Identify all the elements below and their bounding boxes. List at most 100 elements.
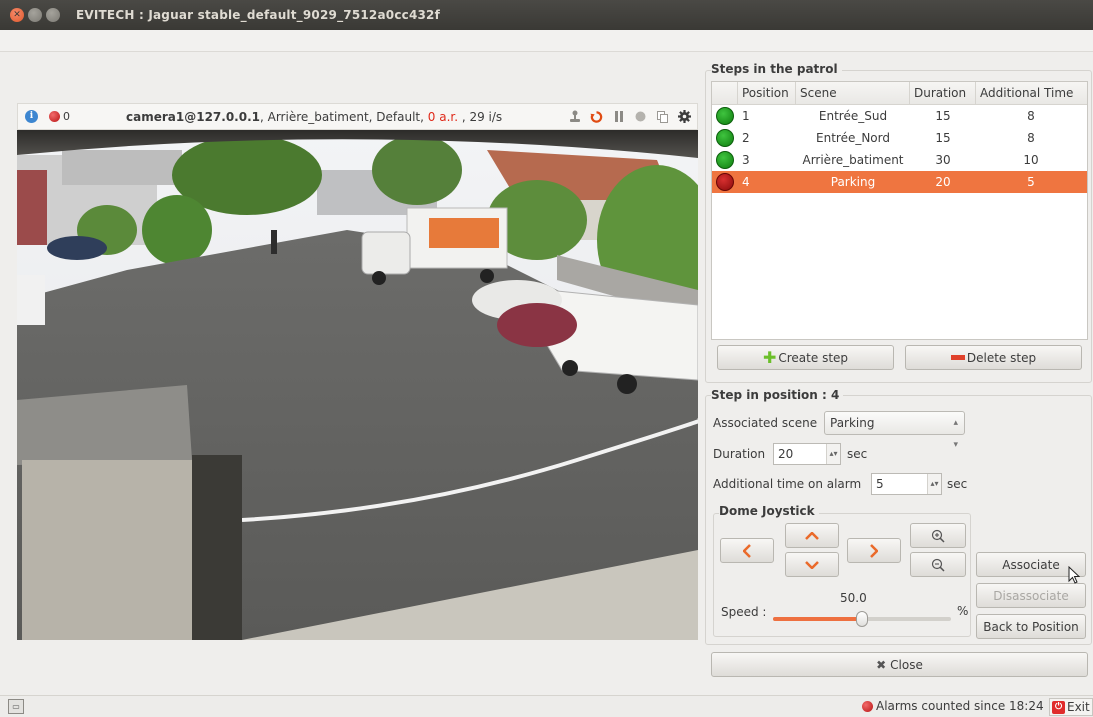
window-controls: ✕ — [10, 8, 60, 22]
exit-label: Exit — [1067, 700, 1090, 714]
chevron-up-icon — [805, 531, 819, 540]
camera-scene-info: , Arrière_batiment, Default, — [260, 109, 428, 124]
speed-label: Speed : — [721, 605, 767, 619]
status-ok-icon — [716, 129, 734, 147]
duration-value: 20 — [778, 447, 794, 461]
patrol-title: Steps in the patrol — [711, 62, 842, 76]
duration-cell: 15 — [935, 131, 951, 145]
create-step-label: Create step — [778, 350, 849, 365]
alarm-count: 0 — [63, 110, 70, 123]
maximize-window-icon[interactable] — [46, 8, 60, 22]
position-cell: 4 — [742, 175, 750, 189]
associated-scene-value: Parking — [830, 416, 875, 430]
close-label: Close — [890, 657, 923, 672]
disassociate-label: Disassociate — [993, 588, 1069, 603]
camera-info: camera1@127.0.0.1, Arrière_batiment, Def… — [126, 110, 502, 124]
chevron-left-icon — [743, 543, 751, 558]
table-row[interactable]: 1 Entrée_Sud 15 8 — [712, 105, 1087, 127]
pan-right-button[interactable] — [847, 538, 901, 563]
additional-time-spinbox[interactable]: 5 ▴▾ — [871, 473, 942, 495]
create-step-button[interactable]: ✚ Create step — [717, 345, 894, 370]
zoom-out-button[interactable] — [910, 552, 966, 577]
copy-icon[interactable] — [656, 110, 669, 123]
exit-button[interactable]: ⏻ Exit — [1049, 698, 1093, 716]
column-header[interactable]: Position — [738, 82, 796, 104]
window-title: EVITECH : Jaguar stable_default_9029_751… — [76, 8, 441, 22]
minimize-window-icon[interactable] — [28, 8, 42, 22]
title-bar: ✕ EVITECH : Jaguar stable_default_9029_7… — [0, 0, 1093, 30]
plus-icon: ✚ — [762, 347, 777, 367]
additional-cell: 8 — [1027, 131, 1035, 145]
speed-value: 50.0 — [840, 591, 867, 605]
refresh-icon[interactable] — [590, 110, 603, 123]
back-to-position-button[interactable]: Back to Position — [976, 614, 1086, 639]
position-cell: 3 — [742, 153, 750, 167]
additional-cell: 8 — [1027, 109, 1035, 123]
status-ok-icon — [716, 107, 734, 125]
scene-cell: Arrière_batiment — [802, 153, 904, 167]
tilt-down-button[interactable] — [785, 552, 839, 577]
camera-name: camera1@127.0.0.1 — [126, 109, 260, 124]
duration-label: Duration — [713, 447, 766, 461]
associate-label: Associate — [1002, 557, 1060, 572]
joystick-title: Dome Joystick — [719, 504, 819, 518]
table-row-selected[interactable]: 4 Parking 20 5 — [712, 171, 1087, 193]
duration-cell: 20 — [935, 175, 951, 189]
position-cell: 1 — [742, 109, 750, 123]
close-button[interactable]: ✖ Close — [711, 652, 1088, 677]
alarms-counter: Alarms counted since 18:24 — [862, 699, 1044, 713]
column-header[interactable]: Scene — [796, 82, 910, 104]
zoom-in-icon — [931, 529, 945, 543]
duration-cell: 15 — [935, 109, 951, 123]
speed-slider-fill — [773, 617, 862, 621]
window-list-icon[interactable]: ▭ — [8, 699, 24, 714]
speed-slider[interactable] — [773, 611, 951, 627]
info-icon[interactable]: i — [25, 110, 38, 123]
column-header[interactable]: Duration — [910, 82, 976, 104]
alarms-text: Alarms counted since 18:24 — [876, 699, 1044, 713]
additional-time-value: 5 — [876, 477, 884, 491]
spin-arrows-icon[interactable]: ▴▾ — [927, 474, 941, 494]
duration-unit: sec — [847, 447, 868, 461]
settings-icon[interactable] — [678, 110, 691, 123]
delete-step-button[interactable]: Delete step — [905, 345, 1082, 370]
camera-toolbar — [568, 110, 691, 123]
camera-video-view[interactable] — [17, 130, 698, 640]
duration-cell: 30 — [935, 153, 951, 167]
pan-left-button[interactable] — [720, 538, 774, 563]
spin-arrows-icon[interactable]: ▴▾ — [826, 444, 840, 464]
speed-unit: % — [957, 604, 969, 618]
column-header[interactable]: Additional Time — [976, 82, 1086, 104]
associated-scene-label: Associated scene — [713, 416, 818, 430]
power-icon: ⏻ — [1052, 700, 1065, 714]
status-ok-icon — [716, 151, 734, 169]
zoom-in-button[interactable] — [910, 523, 966, 548]
disassociate-button[interactable]: Disassociate — [976, 583, 1086, 608]
status-column-header — [712, 82, 738, 104]
close-x-icon: ✖ — [876, 657, 887, 672]
alarm-icon — [49, 111, 60, 122]
additional-time-label: Additional time on alarm — [713, 477, 862, 491]
scene-cell: Entrée_Sud — [818, 109, 888, 123]
joystick-icon[interactable] — [568, 110, 581, 123]
table-row[interactable]: 3 Arrière_batiment 30 10 — [712, 149, 1087, 171]
tilt-up-button[interactable] — [785, 523, 839, 548]
record-icon[interactable] — [634, 110, 647, 123]
status-inactive-icon — [716, 173, 734, 191]
alarm-rate: 0 a.r. — [427, 109, 459, 124]
minus-icon — [950, 355, 965, 360]
pause-icon[interactable] — [612, 110, 625, 123]
close-window-icon[interactable]: ✕ — [10, 8, 24, 22]
additional-time-unit: sec — [947, 477, 968, 491]
chevron-updown-icon: ▴ ▾ — [953, 418, 958, 450]
back-to-position-label: Back to Position — [983, 619, 1079, 634]
zoom-out-icon — [931, 558, 945, 572]
camera-header: i 0 camera1@127.0.0.1, Arrière_batiment,… — [17, 103, 698, 130]
patrol-table[interactable]: Position Scene Duration Additional Time … — [711, 81, 1088, 340]
associated-scene-select[interactable]: Parking ▴ ▾ — [824, 411, 965, 450]
speed-slider-handle[interactable] — [856, 611, 868, 627]
patrol-table-header: Position Scene Duration Additional Time — [712, 82, 1087, 105]
scene-cell: Parking — [830, 175, 876, 189]
table-row[interactable]: 2 Entrée_Nord 15 8 — [712, 127, 1087, 149]
duration-spinbox[interactable]: 20 ▴▾ — [773, 443, 841, 465]
